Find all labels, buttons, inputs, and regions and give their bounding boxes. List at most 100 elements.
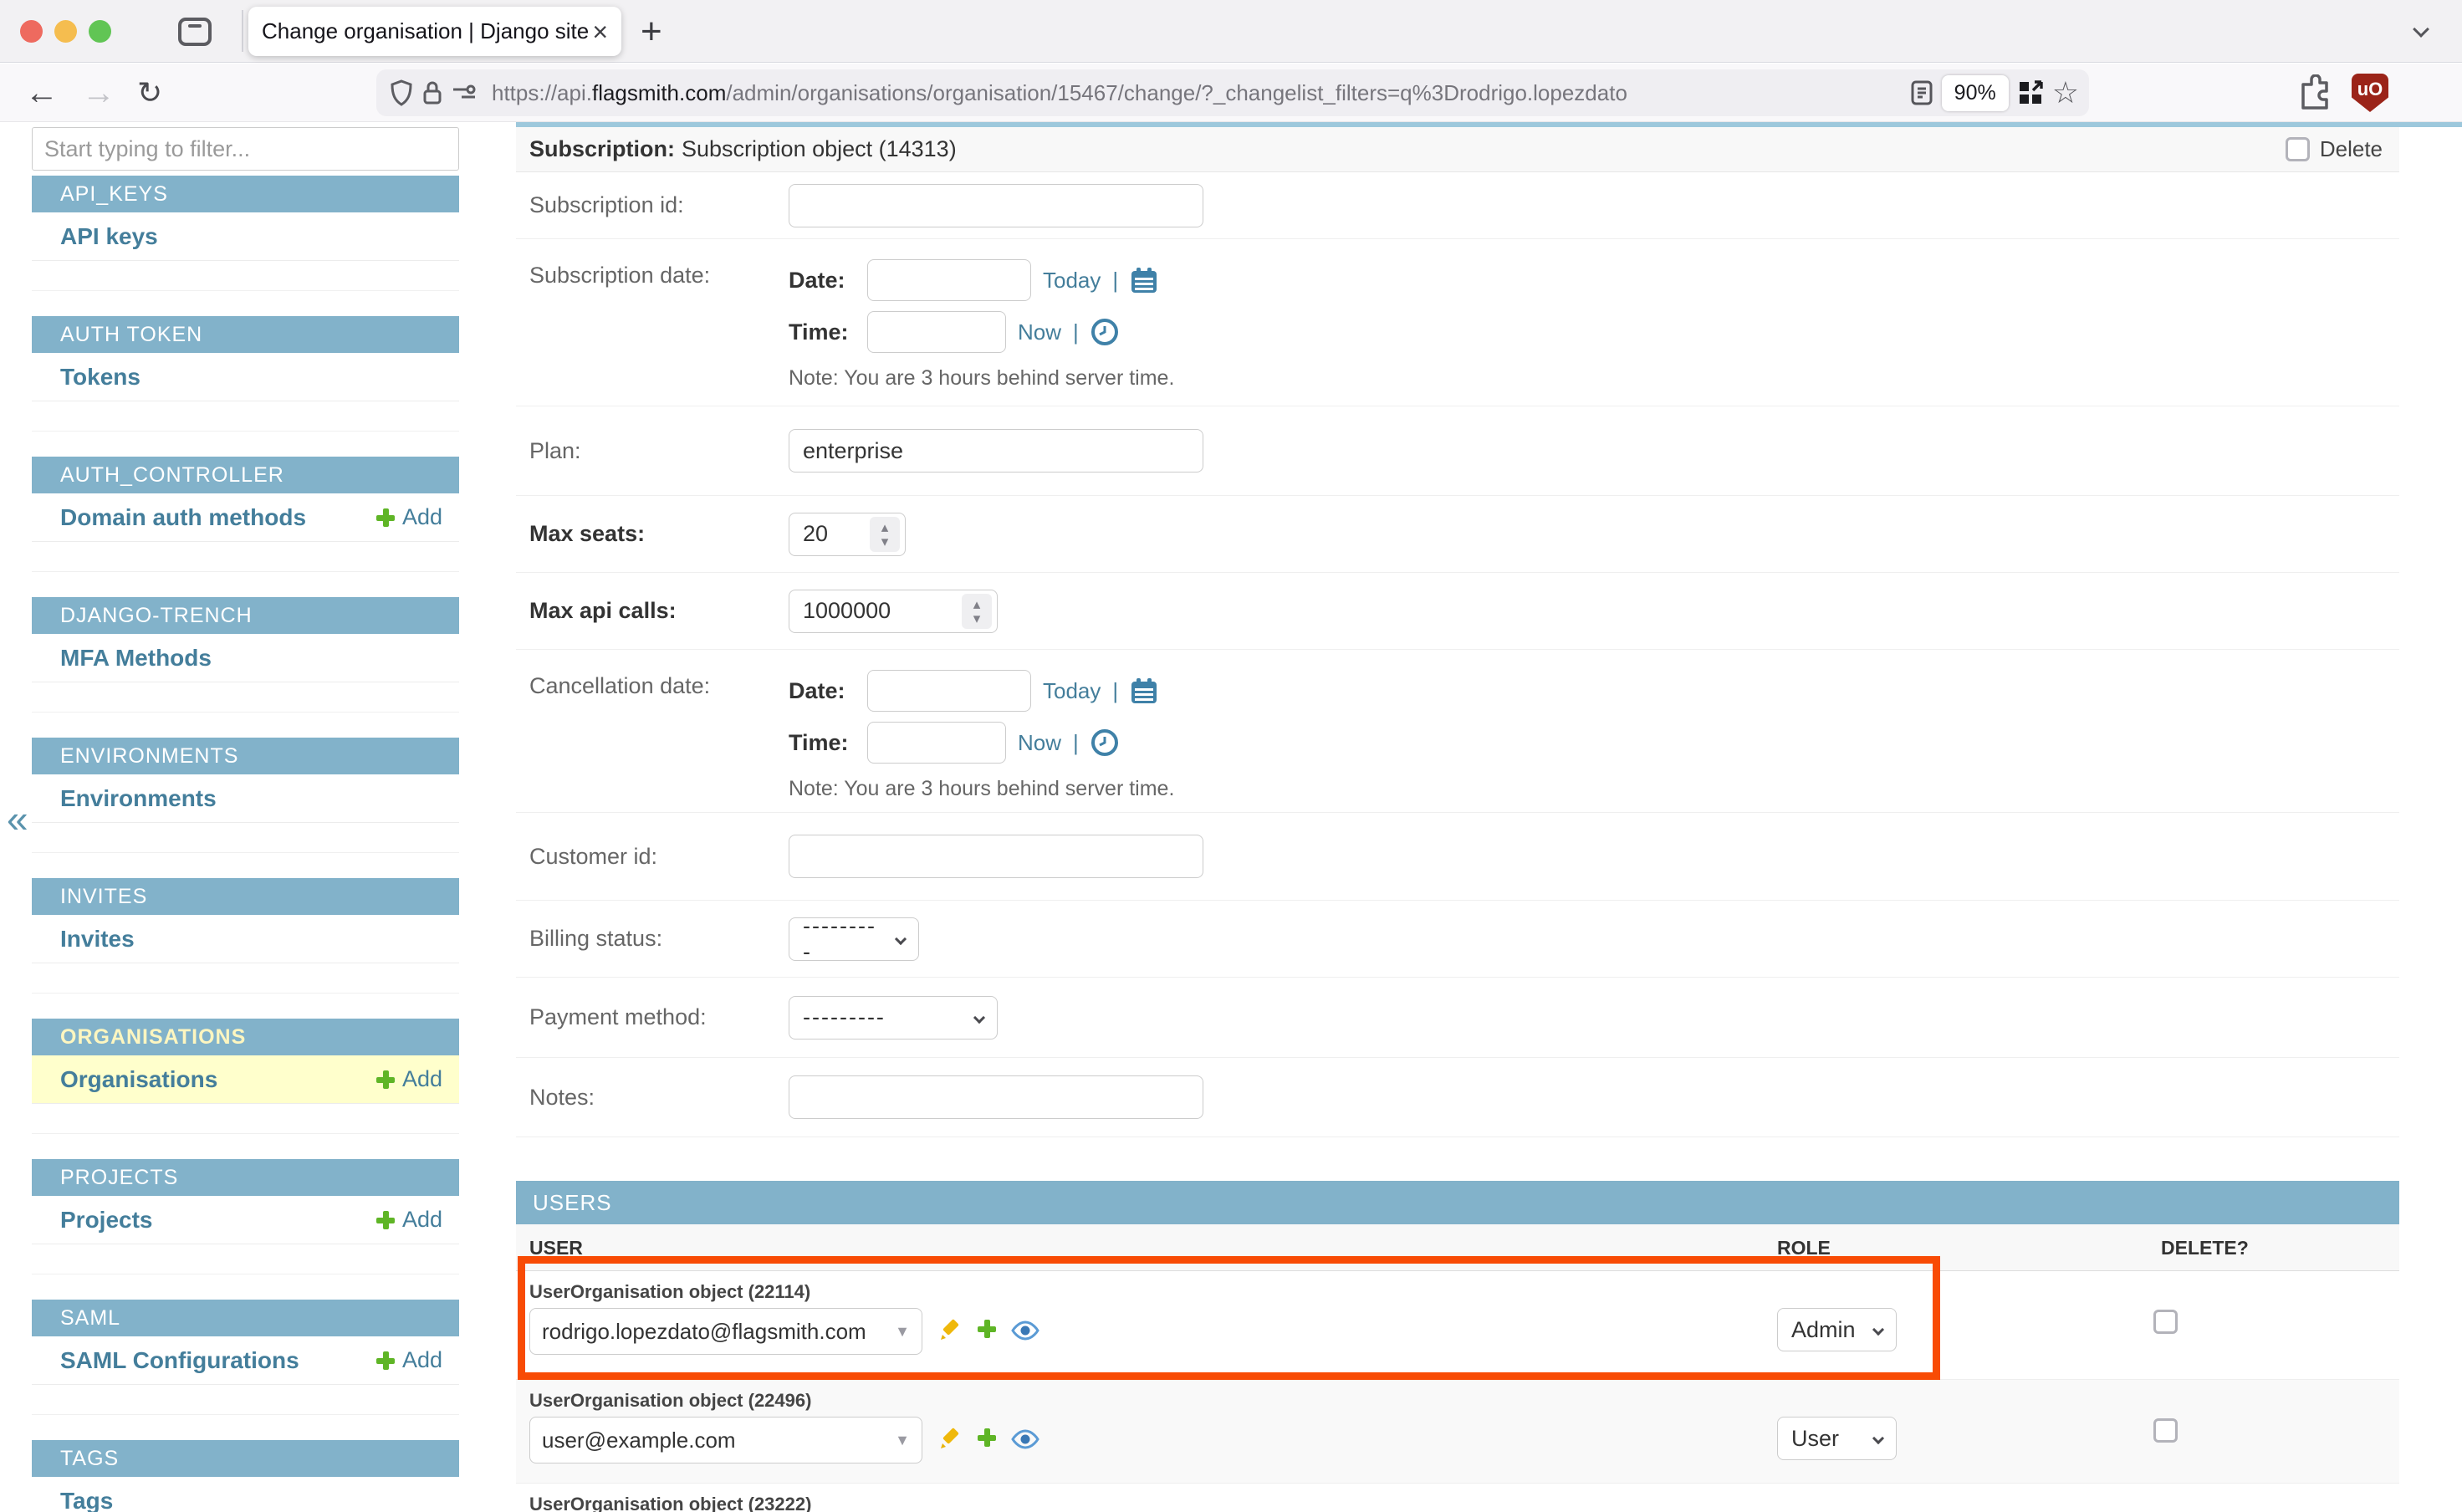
sidebar-item-label[interactable]: MFA Methods	[60, 645, 442, 672]
users-table-header: USER ROLE DELETE?	[516, 1224, 2399, 1271]
ublock-origin-icon[interactable]: uO	[2352, 64, 2388, 122]
extensions-icon[interactable]	[2298, 64, 2332, 122]
clock-icon[interactable]	[1091, 728, 1119, 757]
maximize-window-button[interactable]	[89, 20, 111, 43]
add-link[interactable]: Add	[376, 1207, 442, 1233]
today-link[interactable]: Today	[1043, 268, 1101, 294]
sidebar-item-domain-auth-methods[interactable]: Domain auth methods Add	[32, 493, 459, 542]
permissions-icon[interactable]	[452, 84, 477, 102]
minimize-window-button[interactable]	[54, 20, 77, 43]
calendar-icon[interactable]	[1130, 677, 1158, 705]
sidebar-collapse-button[interactable]: «	[7, 796, 28, 841]
now-link[interactable]: Now	[1018, 730, 1061, 756]
subscription-date-input[interactable]	[867, 259, 1031, 301]
zoom-level-button[interactable]: 90%	[1942, 75, 2009, 111]
sidebar-item-organisations[interactable]: Organisations Add	[32, 1055, 459, 1104]
sidebar-filter-input[interactable]	[32, 127, 459, 171]
sidebar-item-tags[interactable]: Tags	[32, 1477, 459, 1512]
add-link[interactable]: Add	[376, 1347, 442, 1373]
tracking-shield-icon[interactable]	[390, 79, 413, 106]
cancellation-date-input[interactable]	[867, 670, 1031, 712]
sidebar-item-label[interactable]: Tags	[60, 1488, 442, 1512]
number-stepper[interactable]: ▴▾	[962, 594, 992, 629]
lock-icon[interactable]	[421, 79, 443, 106]
url-text[interactable]: https://api.flagsmith.com/admin/organisa…	[492, 80, 1902, 106]
sidebar-item-label[interactable]: Invites	[60, 926, 442, 953]
sidebar-item-label[interactable]: Tokens	[60, 364, 442, 391]
sidebar-item-saml-configurations[interactable]: SAML Configurations Add	[32, 1336, 459, 1385]
sidebar-toggle-icon[interactable]	[177, 15, 212, 47]
add-plus-icon[interactable]	[978, 1320, 996, 1342]
inline-title-label: Subscription:	[529, 136, 675, 162]
subscription-time-input[interactable]	[867, 311, 1006, 353]
sidebar-item-label[interactable]: API keys	[60, 223, 442, 250]
url-bar[interactable]: https://api.flagsmith.com/admin/organisa…	[376, 69, 2089, 116]
tab-close-icon[interactable]: ×	[592, 18, 608, 45]
calendar-icon[interactable]	[1130, 266, 1158, 294]
users-inline-section: USERS USER ROLE DELETE? UserOrganisation…	[516, 1181, 2399, 1512]
sidebar-item-tokens[interactable]: Tokens	[32, 353, 459, 401]
sidebar-item-label[interactable]: Organisations	[60, 1066, 376, 1093]
field-label: Customer id:	[529, 844, 789, 870]
sidebar-item-invites[interactable]: Invites	[32, 915, 459, 963]
add-link[interactable]: Add	[376, 1066, 442, 1092]
field-row-notes: Notes:	[516, 1058, 2399, 1137]
bookmark-star-icon[interactable]: ☆	[2052, 75, 2079, 110]
menu-hamburger-icon[interactable]	[2408, 83, 2437, 105]
close-window-button[interactable]	[20, 20, 43, 43]
sidebar-item-label[interactable]: SAML Configurations	[60, 1347, 376, 1374]
plan-input[interactable]	[789, 429, 1203, 472]
sidebar-item-label[interactable]: Environments	[60, 785, 442, 812]
customer-id-input[interactable]	[789, 835, 1203, 878]
module-caption: AUTH_CONTROLLER	[32, 457, 459, 493]
sidebar-item-api-keys[interactable]: API keys	[32, 212, 459, 261]
edit-pencil-icon[interactable]	[937, 1427, 963, 1452]
clock-icon[interactable]	[1091, 318, 1119, 346]
user-select[interactable]: user@example.com ▼	[529, 1417, 922, 1463]
ublock-badge-text: uO	[2357, 79, 2383, 100]
billing-status-select[interactable]: ---------	[789, 917, 919, 961]
back-button[interactable]: ←	[25, 64, 59, 122]
now-link[interactable]: Now	[1018, 319, 1061, 345]
delete-row-checkbox[interactable]	[2153, 1418, 2178, 1443]
timezone-note: Note: You are 3 hours behind server time…	[789, 366, 1174, 391]
forward-button[interactable]: →	[82, 64, 115, 122]
field-row-plan: Plan:	[516, 406, 2399, 496]
sidebar-item-mfa-methods[interactable]: MFA Methods	[32, 634, 459, 682]
plus-icon	[376, 1211, 395, 1229]
notes-input[interactable]	[789, 1075, 1203, 1119]
picture-in-picture-icon[interactable]	[2017, 79, 2044, 106]
max-seats-input[interactable]: 20 ▴▾	[789, 513, 906, 556]
tab-list-chevron-icon[interactable]	[2413, 21, 2429, 38]
role-select[interactable]: User	[1777, 1417, 1897, 1460]
module-caption: DJANGO-TRENCH	[32, 597, 459, 634]
reader-mode-icon[interactable]	[1910, 79, 1933, 106]
view-eye-icon[interactable]	[1011, 1320, 1039, 1341]
new-tab-button[interactable]: +	[641, 11, 662, 53]
view-eye-icon[interactable]	[1011, 1429, 1039, 1449]
sidebar-item-projects[interactable]: Projects Add	[32, 1196, 459, 1244]
sidebar-item-label[interactable]: Projects	[60, 1207, 376, 1234]
add-plus-icon[interactable]	[978, 1428, 996, 1451]
delete-checkbox[interactable]	[2286, 137, 2310, 161]
edit-pencil-icon[interactable]	[937, 1318, 963, 1343]
cancellation-time-input[interactable]	[867, 722, 1006, 764]
max-api-calls-input[interactable]: 1000000 ▴▾	[789, 590, 998, 633]
role-select[interactable]: Admin	[1777, 1308, 1897, 1351]
user-select[interactable]: rodrigo.lopezdato@flagsmith.com ▼	[529, 1308, 922, 1355]
sidebar-item-label[interactable]: Domain auth methods	[60, 504, 376, 531]
chevron-down-icon	[895, 932, 907, 944]
today-link[interactable]: Today	[1043, 678, 1101, 704]
module-spacer	[32, 1385, 459, 1415]
delete-row-checkbox[interactable]	[2153, 1310, 2178, 1334]
browser-tab[interactable]: Change organisation | Django site admin …	[248, 7, 621, 56]
reload-button[interactable]: ↻	[137, 64, 162, 122]
add-link[interactable]: Add	[376, 504, 442, 530]
user-row: UserOrganisation object (22114) rodrigo.…	[516, 1271, 2399, 1380]
subscription-id-input[interactable]	[789, 184, 1203, 227]
module-caption: ORGANISATIONS	[32, 1019, 459, 1055]
payment-method-select[interactable]: ---------	[789, 996, 998, 1040]
sidebar-item-environments[interactable]: Environments	[32, 774, 459, 823]
number-stepper[interactable]: ▴▾	[870, 517, 900, 552]
related-widget-actions	[937, 1318, 1039, 1343]
